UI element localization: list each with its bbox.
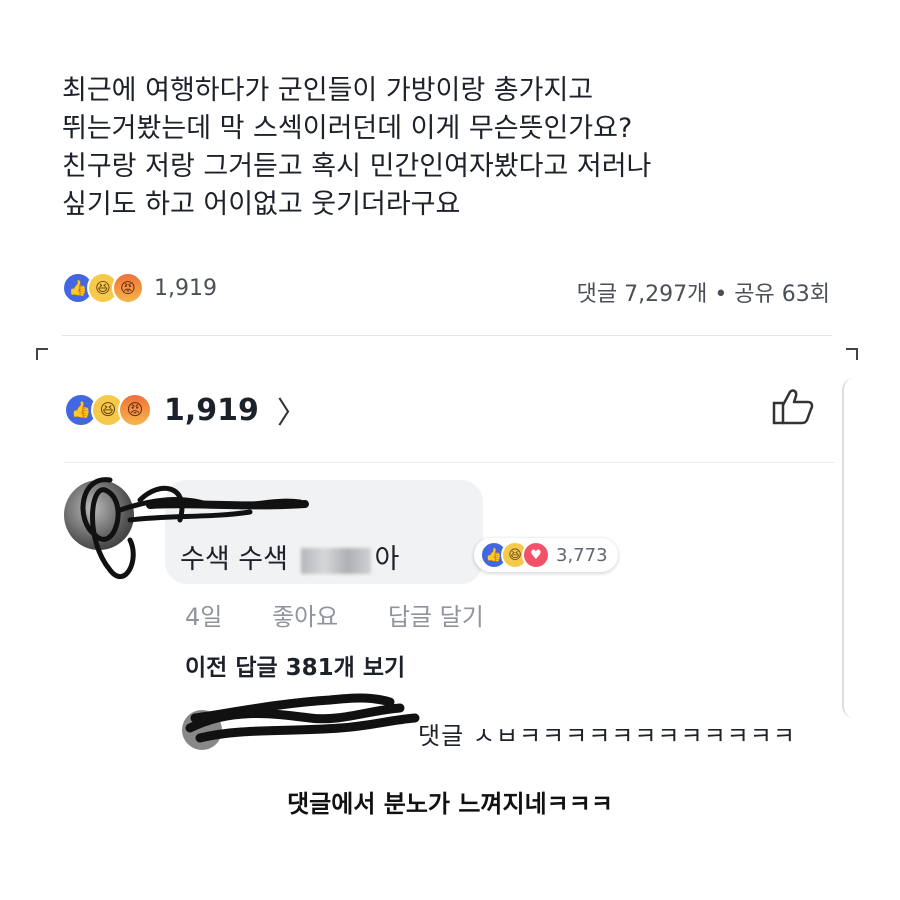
crop-corner (36, 348, 48, 360)
redaction-scribble (185, 693, 420, 743)
post-line: 싶기도 하고 어이없고 웃기더라구요 (62, 189, 461, 220)
comment-time: 4일 (185, 603, 223, 631)
comment-reaction-count: 3,773 (556, 544, 608, 566)
crop-corner (846, 348, 858, 360)
comment-text-end: 아 (374, 544, 400, 575)
comment-actions: 4일 좋아요 답글 달기 (185, 597, 526, 632)
thumbs-up-icon[interactable] (770, 386, 816, 426)
angry-icon: 😡 (112, 272, 144, 304)
reaction-summary[interactable]: 👍 😆 😡 1,919 〉 (64, 388, 307, 432)
like-button[interactable]: 좋아요 (272, 603, 338, 631)
post-reactions[interactable]: 👍 😆 😡 1,919 (62, 272, 217, 304)
caption: 댓글에서 분노가 느껴지네ㅋㅋㅋ (287, 790, 613, 818)
reply-preview-text: 댓글 ㅅㅂㅋㅋㅋㅋㅋㅋㅋㅋㅋㅋㅋㅋ (418, 722, 796, 750)
comment-share-stats[interactable]: 댓글 7,297개 • 공유 63회 (577, 276, 830, 308)
comment-text: 수색 수색 아 (180, 537, 399, 576)
post-body: 최근에 여행하다가 군인들이 가방이랑 총가지고 뛰는거봤는데 막 스섹이러던데… (62, 72, 862, 224)
view-previous-replies[interactable]: 이전 답글 381개 보기 (185, 648, 405, 682)
love-icon: ♥ (522, 541, 550, 569)
post-line: 친구랑 저랑 그거듣고 혹시 민간인여자봤다고 저러나 (62, 151, 652, 182)
scrollbar[interactable] (842, 378, 858, 718)
angry-icon: 😡 (118, 393, 152, 427)
reaction-count: 1,919 (154, 275, 217, 301)
divider (62, 335, 832, 336)
comment-reactions[interactable]: 👍 😆 ♥ 3,773 (474, 538, 618, 572)
reaction-count: 1,919 (164, 392, 259, 428)
post-line: 뛰는거봤는데 막 스섹이러던데 이게 무슨뜻인가요? (62, 113, 633, 144)
blurred-word (300, 547, 371, 574)
comment-text-start: 수색 수색 (180, 544, 297, 575)
post-line: 최근에 여행하다가 군인들이 가방이랑 총가지고 (62, 75, 594, 106)
redaction-scribble (80, 477, 309, 580)
chevron-right-icon[interactable]: 〉 (277, 388, 307, 432)
reply-button[interactable]: 답글 달기 (388, 603, 484, 631)
